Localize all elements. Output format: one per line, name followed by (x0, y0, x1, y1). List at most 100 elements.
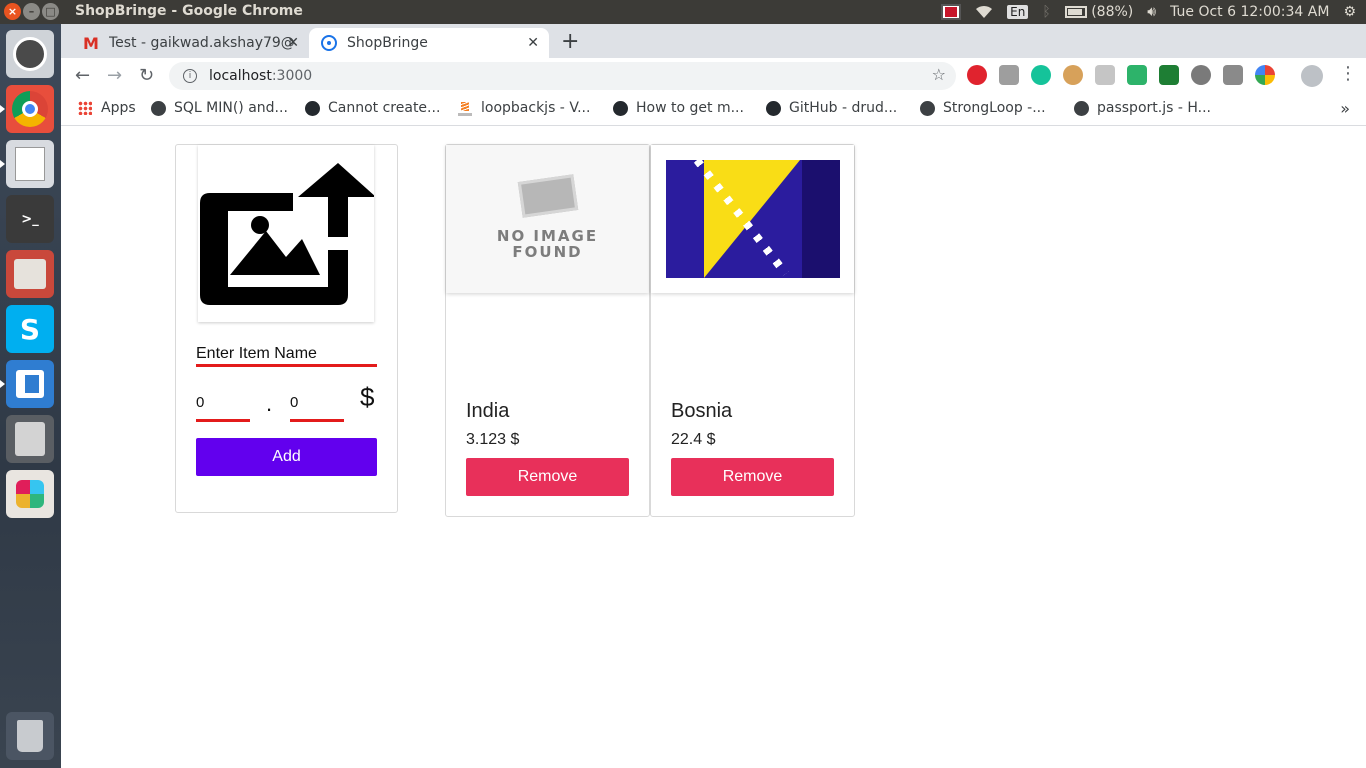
bluetooth-icon[interactable]: ᛒ (1042, 4, 1050, 20)
photo-icon (517, 174, 578, 218)
window-maximize-button[interactable]: □ (42, 3, 59, 20)
more-bookmarks-icon[interactable]: » (1340, 99, 1350, 118)
calculator-icon[interactable] (6, 415, 54, 463)
system-top-panel: × – □ ShopBringe - Google Chrome En ᛒ (8… (0, 0, 1366, 24)
bookmark-item[interactable]: passport.js - H... (1073, 100, 1211, 116)
extension-icon[interactable] (999, 65, 1019, 85)
color-picker-icon[interactable] (1255, 65, 1275, 85)
item-card: Bosnia 22.4 $ Remove (650, 144, 855, 517)
bosnia-flag-image (666, 160, 840, 278)
new-tab-button[interactable]: + (561, 29, 579, 54)
globe-icon (919, 100, 935, 116)
tab-shopbringe[interactable]: ShopBringe ✕ (309, 28, 549, 58)
globe-icon (150, 100, 166, 116)
github-icon (612, 100, 628, 116)
browser-toolbar: ← → ↻ i localhost:3000 ☆ ⋮ (61, 58, 1366, 94)
grammarly-icon[interactable] (1031, 65, 1051, 85)
bookmarks-bar: Apps SQL MIN() and... Cannot create... l… (61, 94, 1366, 126)
upload-image-icon (200, 163, 376, 305)
trash-icon[interactable] (6, 712, 54, 760)
battery-percent: (88%) (1091, 4, 1134, 20)
shopbringe-page: . $ Add NO IMAGE FOUND India 3.123 $ Rem… (61, 127, 1366, 768)
ubuntu-dash-icon[interactable] (6, 30, 54, 78)
extension-icon[interactable] (1095, 65, 1115, 85)
tab-gmail[interactable]: M Test - gaikwad.akshay79@ ✕ (69, 28, 309, 58)
extension-icon[interactable] (1127, 65, 1147, 85)
text-editor-icon[interactable] (0, 140, 54, 188)
opera-extension-icon[interactable] (967, 65, 987, 85)
address-bar[interactable]: i localhost:3000 ☆ (169, 62, 956, 90)
tab-title: Test - gaikwad.akshay79@ (108, 35, 295, 51)
remove-button[interactable]: Remove (466, 458, 629, 496)
price-cents-input[interactable] (290, 385, 344, 422)
battery-icon (1064, 6, 1087, 18)
reload-icon[interactable]: ↻ (139, 65, 154, 86)
image-upload[interactable] (198, 145, 376, 322)
github-icon (765, 100, 781, 116)
bookmark-item[interactable]: Cannot create... (304, 100, 440, 116)
files-icon[interactable] (6, 250, 54, 298)
add-item-card: . $ Add (175, 144, 398, 513)
item-name-input[interactable] (196, 343, 377, 367)
bookmark-item[interactable]: StrongLoop -... (919, 100, 1046, 116)
chrome-icon[interactable] (0, 85, 54, 133)
system-tray: En ᛒ (88%) 🔊︎ Tue Oct 6 12:00:34 AM ⚙︎ (941, 0, 1366, 24)
bookmark-item[interactable]: GitHub - drud... (765, 100, 897, 116)
bookmark-item[interactable]: How to get m... (612, 100, 744, 116)
clock[interactable]: Tue Oct 6 12:00:34 AM (1170, 4, 1329, 20)
url-text: localhost:3000 (209, 68, 313, 84)
item-price: 3.123 $ (466, 431, 520, 448)
cast-icon[interactable] (1223, 65, 1243, 85)
close-tab-icon[interactable]: ✕ (287, 35, 299, 51)
tab-title: ShopBringe (347, 35, 428, 51)
bookmark-item[interactable]: loopbackjs - V... (457, 100, 590, 116)
bookmark-star-icon[interactable]: ☆ (932, 65, 946, 84)
forward-icon[interactable]: → (107, 65, 122, 86)
skype-icon[interactable]: S (6, 305, 54, 353)
item-image: NO IMAGE FOUND (446, 145, 649, 293)
react-icon (321, 35, 337, 51)
equalizer-icon[interactable] (1159, 65, 1179, 85)
volume-icon[interactable]: 🔊︎ (1147, 4, 1156, 20)
item-name: India (466, 400, 510, 422)
item-card: NO IMAGE FOUND India 3.123 $ Remove (445, 144, 650, 517)
window-controls: × – □ (4, 3, 59, 20)
power-icon[interactable]: ⚙︎ (1343, 4, 1356, 20)
apps-icon (77, 100, 93, 116)
slack-icon[interactable] (6, 470, 54, 518)
window-minimize-button[interactable]: – (23, 3, 40, 20)
tab-strip: M Test - gaikwad.akshay79@ ✕ ShopBringe … (61, 24, 1366, 58)
gmail-icon: M (83, 33, 99, 53)
cookie-icon[interactable] (1063, 65, 1083, 85)
site-info-icon[interactable]: i (183, 69, 197, 83)
screen-recorder-icon[interactable] (941, 4, 962, 20)
no-image-placeholder: NO IMAGE FOUND (446, 145, 649, 293)
add-button[interactable]: Add (196, 438, 377, 476)
bookmark-apps[interactable]: Apps (77, 100, 136, 116)
remove-button[interactable]: Remove (671, 458, 834, 496)
ubuntu-launcher: >_ S (0, 24, 61, 768)
keyboard-layout-indicator[interactable]: En (1007, 5, 1029, 19)
vscode-icon[interactable] (0, 360, 54, 408)
bookmark-item[interactable]: SQL MIN() and... (150, 100, 288, 116)
globe-icon (1073, 100, 1089, 116)
extensions-bar (967, 65, 1275, 85)
terminal-icon[interactable]: >_ (6, 195, 54, 243)
github-icon (304, 100, 320, 116)
window-title: ShopBringe - Google Chrome (75, 3, 303, 19)
close-tab-icon[interactable]: ✕ (527, 35, 539, 51)
extension-icon[interactable] (1191, 65, 1211, 85)
decimal-separator: . (266, 391, 273, 416)
currency-symbol: $ (360, 382, 375, 412)
browser-window: M Test - gaikwad.akshay79@ ✕ ShopBringe … (61, 24, 1366, 768)
battery-indicator[interactable]: (88%) (1064, 4, 1134, 20)
stackoverflow-icon (457, 100, 473, 116)
profile-avatar[interactable] (1301, 65, 1323, 87)
item-price: 22.4 $ (671, 431, 716, 448)
wifi-icon[interactable] (975, 5, 993, 19)
window-close-button[interactable]: × (4, 3, 21, 20)
browser-menu-icon[interactable]: ⋮ (1339, 63, 1357, 84)
price-dollars-input[interactable] (196, 385, 250, 422)
item-image (651, 145, 854, 293)
back-icon[interactable]: ← (75, 65, 90, 86)
